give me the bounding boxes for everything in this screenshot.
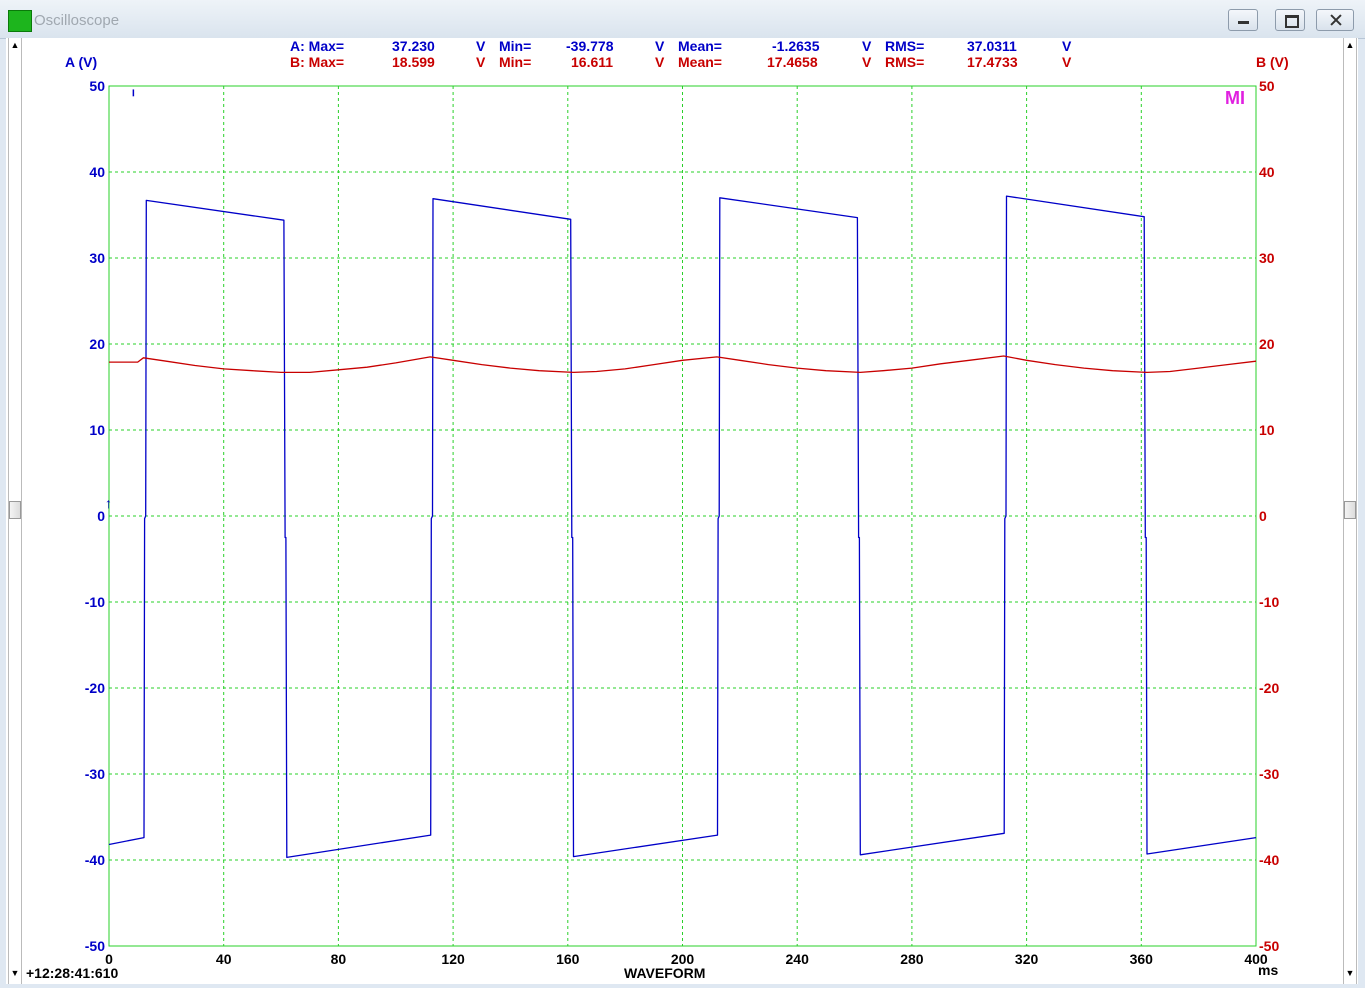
zero-marker-arrow-icon: ↑	[105, 495, 112, 511]
y-tick-label-right: 0	[1259, 508, 1267, 524]
x-tick-label: 120	[441, 951, 465, 967]
x-tick-label: 40	[216, 951, 232, 967]
b-max-unit: V	[476, 54, 486, 70]
y-tick-label-left: -30	[85, 766, 105, 782]
a-mean-label: Mean=	[678, 38, 722, 54]
y-tick-label-left: -20	[85, 680, 105, 696]
y-tick-label-right: 30	[1259, 250, 1275, 266]
y-tick-label-left: 40	[89, 164, 105, 180]
b-min-unit: V	[655, 54, 665, 70]
x-axis-title: WAVEFORM	[624, 965, 705, 981]
y-tick-label-left: -40	[85, 852, 105, 868]
b-rms-label: RMS=	[885, 54, 924, 70]
a-min-unit: V	[655, 38, 665, 54]
y-tick-label-left: 20	[89, 336, 105, 352]
y-tick-label-left: 50	[89, 78, 105, 94]
a-max-unit: V	[476, 38, 486, 54]
x-tick-label: 80	[331, 951, 347, 967]
y-tick-label-right: 40	[1259, 164, 1275, 180]
b-mean-label: Mean=	[678, 54, 722, 70]
grid-lines	[109, 86, 1256, 946]
b-rms-unit: V	[1062, 54, 1072, 70]
y-tick-label-right: -30	[1259, 766, 1279, 782]
x-tick-label: 280	[900, 951, 924, 967]
b-min-value: 16.611	[571, 54, 613, 70]
y-tick-label-right: 50	[1259, 78, 1275, 94]
a-mean-value: -1.2635	[772, 38, 820, 54]
b-max-label: B: Max=	[290, 54, 344, 70]
a-min-value: -39.778	[566, 38, 614, 54]
x-tick-label: 240	[786, 951, 810, 967]
b-mean-value: 17.4658	[767, 54, 818, 70]
a-rms-label: RMS=	[885, 38, 924, 54]
b-max-value: 18.599	[392, 54, 435, 70]
channel-a-stats: A: Max= 37.230 V Min= -39.778 V Mean= -1…	[290, 38, 1072, 54]
y-tick-label-left: -10	[85, 594, 105, 610]
x-tick-label: 360	[1130, 951, 1154, 967]
a-rms-value: 37.0311	[967, 38, 1017, 54]
a-max-label: A: Max=	[290, 38, 344, 54]
y-tick-label-left: -50	[85, 938, 105, 954]
y-tick-label-left: 30	[89, 250, 105, 266]
a-max-value: 37.230	[392, 38, 435, 54]
x-axis-unit-label: ms	[1258, 962, 1278, 978]
a-rms-unit: V	[1062, 38, 1072, 54]
b-mean-unit: V	[862, 54, 872, 70]
y-tick-label-right: -10	[1259, 594, 1279, 610]
capture-timestamp: +12:28:41:610	[26, 965, 118, 981]
a-min-label: Min=	[499, 38, 531, 54]
x-tick-label: 160	[556, 951, 580, 967]
left-axis-tick-labels: 50 40 30 20 10 0 -10 -20 -30 -40 -50	[85, 78, 105, 954]
a-mean-unit: V	[862, 38, 872, 54]
y-axis-label-left: A (V)	[65, 54, 97, 70]
x-tick-label: 320	[1015, 951, 1039, 967]
y-tick-label-right: -20	[1259, 680, 1279, 696]
y-tick-label-right: 20	[1259, 336, 1275, 352]
y-tick-label-left: 10	[89, 422, 105, 438]
measurement-marker: MI	[1225, 88, 1245, 108]
b-rms-value: 17.4733	[967, 54, 1018, 70]
b-min-label: Min=	[499, 54, 531, 70]
y-tick-label-right: 10	[1259, 422, 1275, 438]
right-axis-tick-labels: 50403020100-10-20-30-40-50	[1259, 78, 1279, 954]
oscilloscope-chart: 50 40 30 20 10 0 -10 -20 -30 -40 -50 50 40 30 20 10 0 -1…	[26, 38, 1289, 981]
y-tick-label-right: -40	[1259, 852, 1279, 868]
y-axis-label-right: B (V)	[1256, 54, 1289, 70]
y-tick-label-left: 0	[97, 508, 105, 524]
channel-b-stats: B: Max= 18.599 V Min= 16.611 V Mean= 17.…	[290, 54, 1072, 70]
